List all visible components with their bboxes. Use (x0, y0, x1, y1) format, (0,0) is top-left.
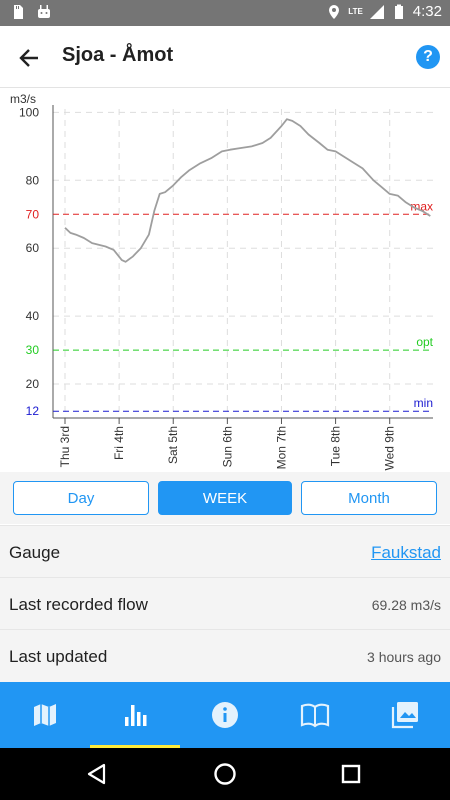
nav-photos[interactable] (360, 682, 450, 748)
network-type: LTE (348, 7, 363, 16)
status-bar: LTE 4:32 (0, 0, 450, 26)
back-button[interactable] (14, 43, 44, 73)
recents-square-icon (341, 764, 361, 784)
chart-svg: 12 20 30 40 60 70 80 100 Thu 3rd Fri 4th Sat 5th Su… (10, 92, 434, 470)
y-tick-label: 80 (26, 173, 40, 187)
gauge-link[interactable]: Faukstad (371, 543, 441, 563)
x-tick-label: Wed 9th (383, 426, 397, 470)
nav-map[interactable] (0, 682, 90, 748)
android-icon (38, 5, 50, 18)
help-button[interactable]: ? (416, 45, 440, 69)
nav-info[interactable] (180, 682, 270, 748)
help-icon: ? (423, 48, 433, 65)
flow-chart-canvas: 12 20 30 40 60 70 80 100 Thu 3rd Fri 4th Sat 5th Su… (0, 88, 450, 472)
y-tick-label: 100 (19, 105, 39, 119)
updated-row: Last updated 3 hours ago (0, 629, 450, 682)
nav-guide[interactable] (270, 682, 360, 748)
range-day-label: Day (67, 489, 95, 507)
status-time: 4:32 (412, 3, 442, 20)
sd-card-icon (14, 5, 23, 19)
y-tick-label: 30 (26, 343, 40, 357)
y-tick-label: 12 (26, 404, 40, 418)
range-month-label: Month (348, 489, 390, 507)
system-back-button[interactable] (83, 760, 111, 788)
page-title: Sjoa - Åmot (62, 44, 174, 66)
flow-value: 69.28 m3/s (371, 597, 441, 613)
range-selector: Day WEEK Month (0, 472, 450, 524)
x-tick-label: Sat 5th (166, 426, 180, 464)
y-tick-label: 70 (26, 207, 40, 221)
y-axis-unit-label: m3/s (10, 92, 36, 106)
nav-chart[interactable] (90, 682, 180, 748)
battery-icon (394, 4, 403, 19)
updated-value: 3 hours ago (367, 649, 441, 665)
threshold-label-min: min (414, 396, 433, 410)
range-week-label: WEEK (202, 489, 248, 507)
location-icon (329, 4, 340, 19)
x-tick-label: Thu 3rd (58, 426, 72, 467)
arrow-back-icon (19, 49, 38, 67)
y-tick-label: 40 (26, 309, 40, 323)
flow-row: Last recorded flow 69.28 m3/s (0, 577, 450, 629)
range-day-button[interactable]: Day (13, 481, 149, 515)
y-tick-label: 60 (26, 241, 40, 255)
signal-icon (369, 4, 384, 19)
home-circle-icon (214, 763, 236, 785)
bar-chart-icon (125, 705, 147, 726)
gauge-label: Gauge (9, 543, 61, 562)
x-tick-label: Fri 4th (112, 426, 126, 460)
gauge-row: Gauge Faukstad (0, 525, 450, 577)
bottom-navigation (0, 682, 450, 748)
updated-label: Last updated (9, 647, 108, 666)
info-icon (212, 702, 238, 728)
x-tick-label: Tue 8th (329, 426, 343, 466)
range-month-button[interactable]: Month (301, 481, 437, 515)
flow-label: Last recorded flow (9, 595, 148, 614)
book-icon (300, 703, 330, 728)
flow-chart: 12 20 30 40 60 70 80 100 Thu 3rd Fri 4th Sat 5th Su… (0, 88, 450, 472)
plot-area (53, 109, 433, 418)
map-icon (34, 704, 56, 726)
app-bar: Sjoa - Åmot ? (0, 26, 450, 88)
x-tick-label: Sun 6th (220, 426, 234, 467)
x-tick-label: Mon 7th (274, 426, 288, 469)
threshold-label-opt: opt (416, 335, 433, 349)
system-recents-button[interactable] (337, 760, 365, 788)
photos-icon (391, 702, 418, 729)
system-home-button[interactable] (211, 760, 239, 788)
range-week-button[interactable]: WEEK (158, 481, 292, 515)
back-triangle-icon (87, 763, 106, 785)
y-tick-label: 20 (26, 377, 40, 391)
system-navigation (0, 748, 450, 800)
